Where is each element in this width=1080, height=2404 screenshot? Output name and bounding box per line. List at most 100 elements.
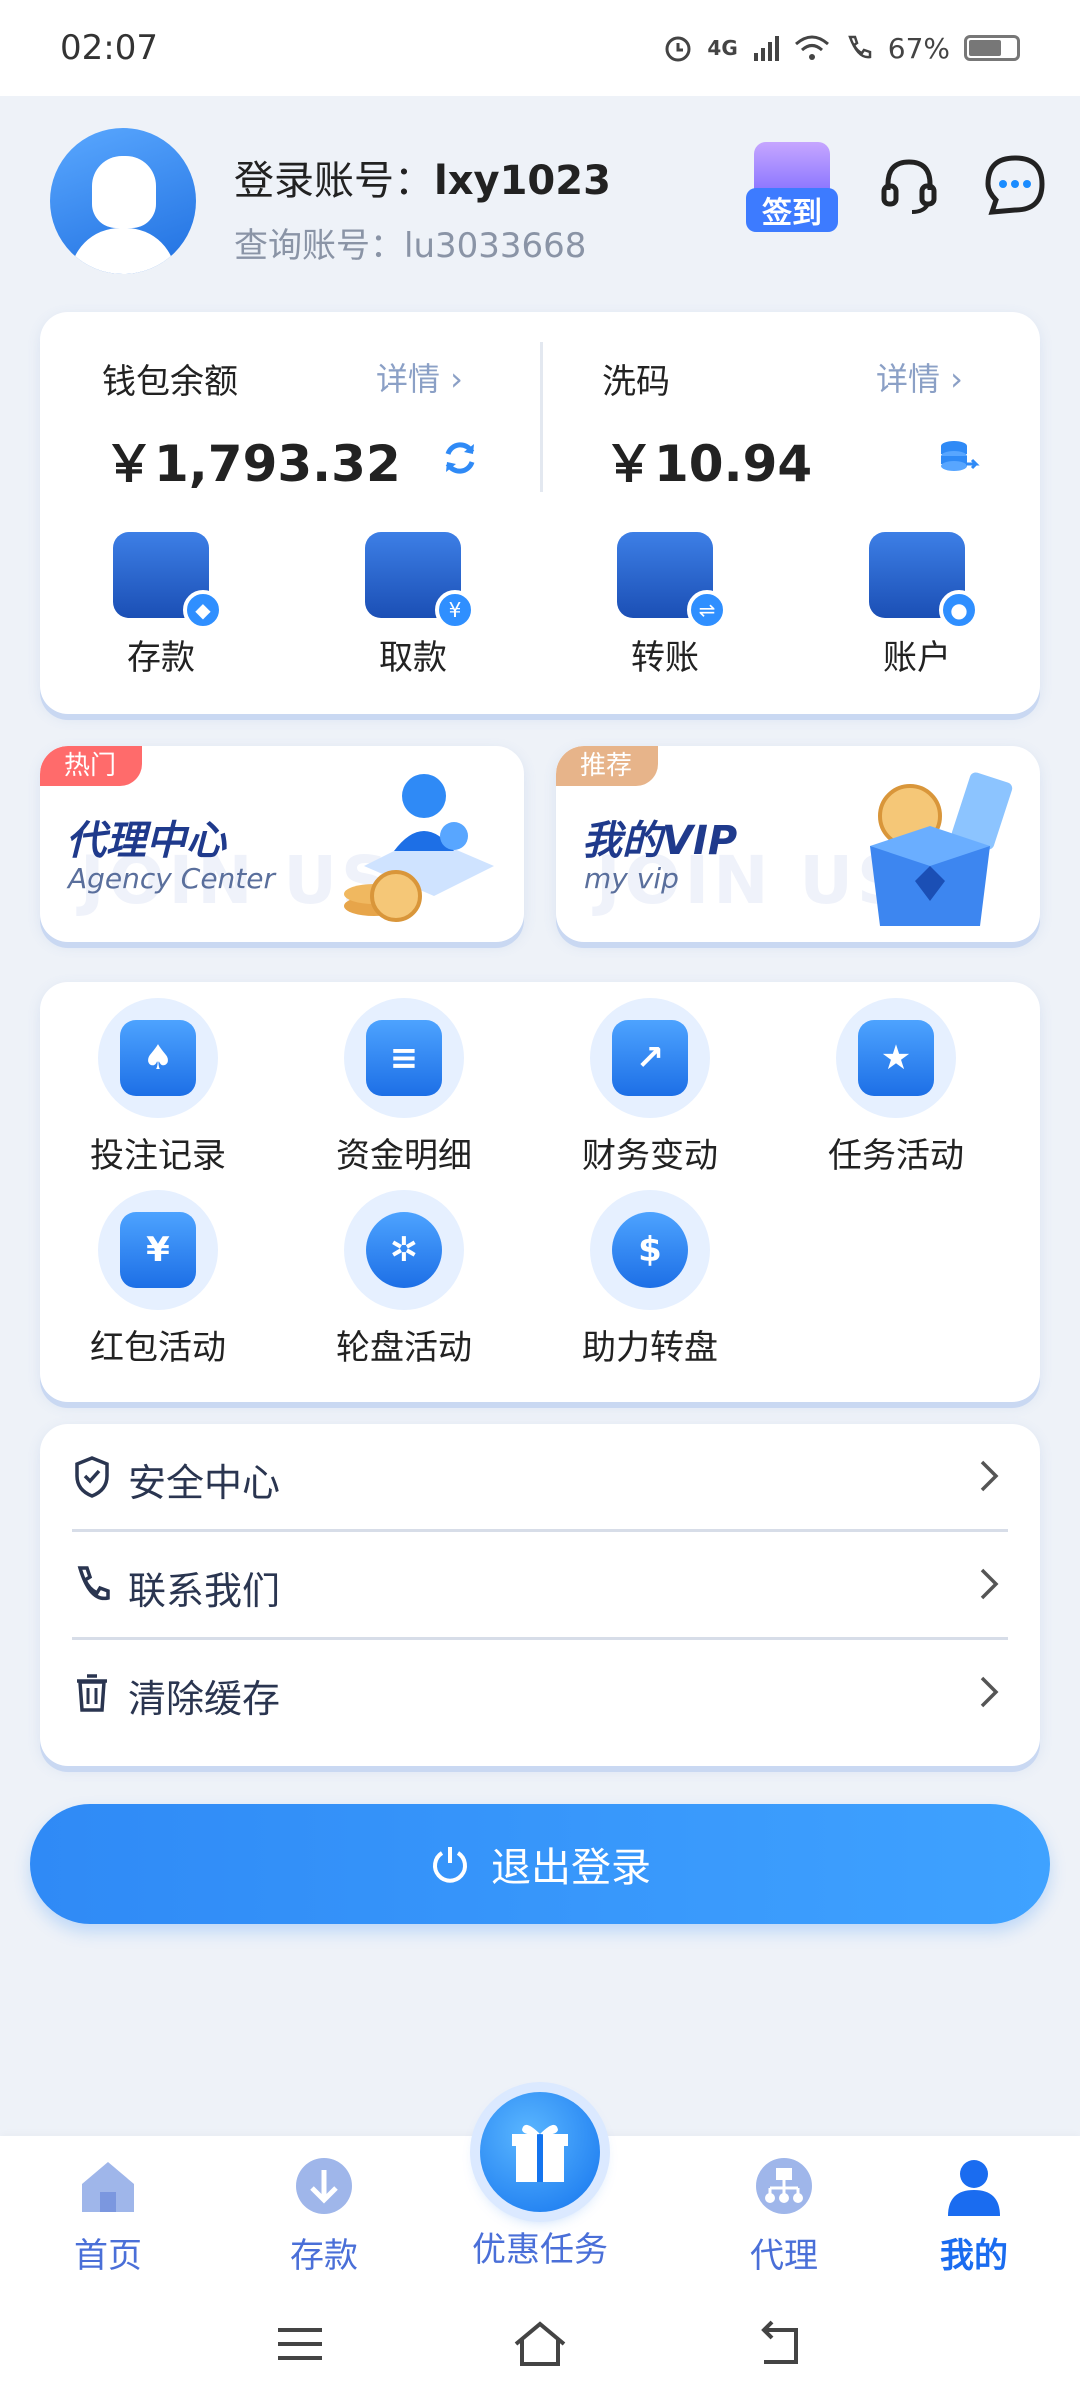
balance-detail-link[interactable]: 详情 › [376,354,463,400]
status-time: 02:07 [60,28,158,68]
signin-button[interactable]: 签到 [746,136,838,232]
wheel-icon: ✲ [344,1190,464,1310]
deposit-action[interactable]: ◆ 存款 [96,532,226,679]
bet-records-label: 投注记录 [90,1136,226,1176]
red-packet-icon: ¥ [98,1190,218,1310]
tab-promo-tasks-label[interactable]: 优惠任务 [440,2222,640,2271]
transfer-icon: ⇌ [617,532,727,630]
agency-title: 代理中心 [66,818,226,864]
vip-card[interactable]: 推荐 JOIN US 我的VIP my vip [556,746,1040,942]
logout-button[interactable]: 退出登录 [30,1804,1050,1924]
wash-label: 洗码 [602,362,670,402]
chat-icon[interactable] [982,152,1048,218]
user-icon: ● [869,532,979,630]
account-action-label: 账户 [883,638,951,678]
profile-icon [948,2160,1000,2216]
agency-subtitle: Agency Center [68,862,276,895]
signal-icon [753,36,779,61]
document-icon: ≡ [344,998,464,1118]
transfer-action-label: 转账 [631,638,699,678]
contact-us-row[interactable]: 联系我们 [72,1532,1008,1640]
wifi-call-icon [847,35,872,59]
menu-icon[interactable] [270,2314,330,2374]
balance-label: 钱包余额 [102,362,238,402]
login-account-label: 登录账号： [234,158,434,204]
deposit-icon [296,2158,352,2214]
tab-mine[interactable]: 我的 [894,2154,1054,2277]
wash-detail-link[interactable]: 详情 › [876,354,963,400]
tab-deposit-label: 存款 [290,2236,358,2276]
coins-stack-icon[interactable] [936,436,980,480]
clear-cache-label: 清除缓存 [128,1677,281,1721]
task-activity-label: 任务活动 [828,1136,964,1176]
gift-icon [512,2124,568,2182]
wallet-icon: ◆ [113,532,223,630]
tab-home[interactable]: 首页 [28,2154,188,2277]
headset-icon[interactable] [876,152,942,218]
agency-center-card[interactable]: 热门 JOIN US 代理中心 Agency Center [40,746,524,942]
vip-title: 我的VIP [582,818,738,864]
network-label: 4G [707,36,738,60]
battery-percent: 67% [887,31,950,65]
vip-subtitle: my vip [584,862,679,895]
transfer-action[interactable]: ⇌ 转账 [600,532,730,679]
avatar[interactable] [50,128,196,274]
tab-agent[interactable]: 代理 [704,2154,864,2277]
tab-agent-label: 代理 [750,2236,818,2276]
signin-label: 签到 [746,188,838,232]
tab-home-label: 首页 [74,2236,142,2276]
task-activity-item[interactable]: ★ 任务活动 [806,998,986,1177]
red-packet-item[interactable]: ¥ 红包活动 [68,1190,248,1369]
power-icon [433,1847,467,1883]
contact-us-label: 联系我们 [128,1569,281,1613]
shield-icon [75,1456,109,1498]
refresh-icon[interactable] [438,436,482,480]
bet-records-item[interactable]: ♠ 投注记录 [68,998,248,1177]
balance-value: ￥1,793.32 [104,435,401,493]
hot-tag: 热门 [40,746,143,786]
home-icon [82,2162,134,2212]
chevron-right-icon [980,1460,999,1492]
query-account: 查询账号：lu3033668 [234,218,586,267]
tab-promo-tasks-button[interactable] [480,2092,600,2212]
security-center-row[interactable]: 安全中心 [72,1424,1008,1532]
tab-mine-label: 我的 [940,2236,1008,2276]
alarm-icon [665,36,691,62]
fund-details-item[interactable]: ≡ 资金明细 [314,998,494,1177]
wheel-activity-item[interactable]: ✲ 轮盘活动 [314,1190,494,1369]
chevron-right-icon [980,1676,999,1708]
back-icon[interactable] [750,2314,810,2374]
finance-changes-item[interactable]: ↗ 财务变动 [560,998,740,1177]
status-icons: 4G 67% [663,32,1020,65]
query-account-value: lu3033668 [404,226,587,266]
red-packet-label: 红包活动 [90,1328,226,1368]
query-account-label: 查询账号： [234,226,404,266]
home-nav-icon[interactable] [510,2314,570,2374]
logout-label: 退出登录 [491,1845,651,1891]
wifi-icon [794,35,829,60]
assist-wheel-label: 助力转盘 [582,1328,718,1368]
status-bar: 02:07 4G 67% [0,0,1080,96]
deposit-action-label: 存款 [127,638,195,678]
profile-header: 登录账号：lxy1023 查询账号：lu3033668 签到 [0,96,1080,296]
withdraw-action[interactable]: ¥ 取款 [348,532,478,679]
battery-icon [964,35,1020,61]
clear-cache-row[interactable]: 清除缓存 [72,1640,1008,1748]
tab-deposit[interactable]: 存款 [244,2154,404,2277]
fund-details-label: 资金明细 [336,1136,472,1176]
wash-value: ￥10.94 [604,435,813,493]
star-calendar-icon: ★ [836,998,956,1118]
wallet-divider [540,342,543,492]
vip-box-icon [870,772,1013,926]
login-account-value: lxy1023 [434,158,611,204]
account-action[interactable]: ● 账户 [852,532,982,679]
phone-icon [77,1566,110,1601]
wheel-activity-label: 轮盘活动 [336,1328,472,1368]
assist-wheel-item[interactable]: $ 助力转盘 [560,1190,740,1369]
card-icon: ¥ [365,532,475,630]
withdraw-action-label: 取款 [379,638,447,678]
feature-menu: ♠ 投注记录 ≡ 资金明细 ↗ 财务变动 ★ 任务活动 ¥ 红包活动 ✲ 轮盘活… [40,982,1040,1402]
security-center-label: 安全中心 [128,1461,281,1505]
recommend-tag: 推荐 [556,746,659,786]
settings-list: 安全中心 联系我们 清除缓存 [40,1424,1040,1766]
